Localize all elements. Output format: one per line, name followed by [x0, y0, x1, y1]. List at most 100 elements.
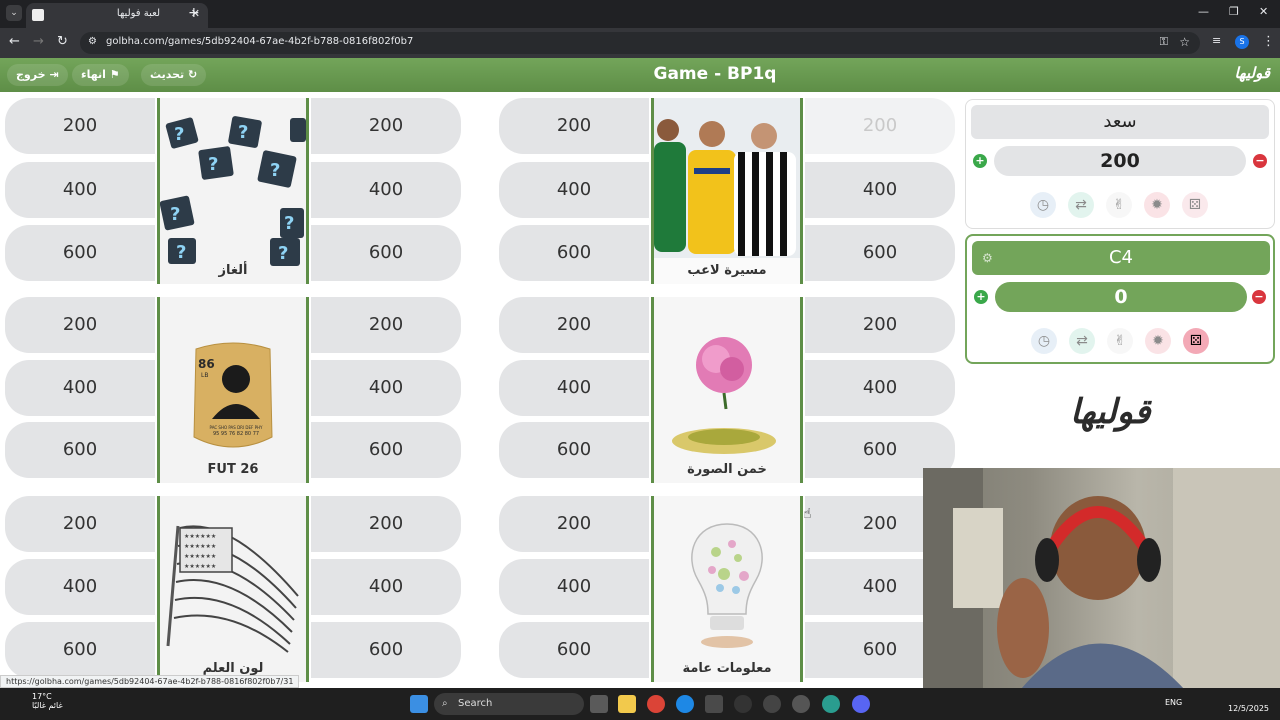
- start-icon[interactable]: [410, 695, 428, 713]
- swap-powerup-icon[interactable]: ⇄: [1069, 328, 1095, 354]
- question-cell[interactable]: 400: [311, 360, 461, 416]
- chrome-profile-icon[interactable]: [822, 695, 840, 713]
- two-answers-powerup-icon[interactable]: ✌: [1106, 192, 1132, 218]
- chrome-icon[interactable]: [647, 695, 665, 713]
- question-cell[interactable]: 200: [311, 496, 461, 552]
- question-cell[interactable]: 200: [5, 98, 155, 154]
- svg-text:?: ?: [170, 204, 180, 225]
- minimize-button[interactable]: —: [1198, 5, 1209, 18]
- timer-powerup-icon[interactable]: ◷: [1031, 328, 1057, 354]
- category-image: ★★★★★★ ★★★★★★ ★★★★★★ ★★★★★★ لون العلم: [157, 496, 309, 682]
- browser-tab[interactable]: لعبة فوليها ✕: [26, 3, 208, 28]
- reload-icon[interactable]: ↻: [57, 34, 68, 49]
- subtract-score-icon[interactable]: −: [1252, 290, 1266, 304]
- question-cell[interactable]: 400: [5, 360, 155, 416]
- category-name: FUT 26: [207, 462, 259, 477]
- dice-powerup-icon[interactable]: ⚄: [1183, 328, 1209, 354]
- url-bar[interactable]: ⚙ golbha.com/games/5db92404-67ae-4b2f-b7…: [80, 32, 1200, 54]
- close-window-button[interactable]: ✕: [1259, 5, 1268, 18]
- tab-search-button[interactable]: ⌄: [6, 5, 22, 21]
- two-answers-powerup-icon[interactable]: ✌: [1107, 328, 1133, 354]
- category-name: معلومات عامة: [682, 661, 772, 676]
- timer-powerup-icon[interactable]: ◷: [1030, 192, 1056, 218]
- question-cell[interactable]: 400: [311, 559, 461, 615]
- side-logo: قوليها: [1070, 392, 1151, 432]
- question-cell[interactable]: 200: [5, 496, 155, 552]
- question-cell[interactable]: 200: [499, 297, 649, 353]
- question-cell[interactable]: 600: [5, 225, 155, 281]
- add-score-icon[interactable]: +: [973, 154, 987, 168]
- app2-icon[interactable]: [792, 695, 810, 713]
- end-game-button[interactable]: انهاء ⚑: [72, 64, 129, 86]
- fire-powerup-icon[interactable]: ✹: [1144, 192, 1170, 218]
- question-cell[interactable]: 200: [499, 98, 649, 154]
- add-score-icon[interactable]: +: [974, 290, 988, 304]
- fire-powerup-icon[interactable]: ✹: [1145, 328, 1171, 354]
- question-cell[interactable]: 600: [311, 422, 461, 478]
- forward-icon[interactable]: →: [33, 34, 44, 49]
- language-indicator[interactable]: ENG: [1165, 698, 1182, 707]
- password-key-icon[interactable]: ⚿: [1160, 35, 1168, 49]
- profile-avatar[interactable]: S: [1235, 35, 1249, 49]
- site-info-icon[interactable]: ⚙: [88, 36, 97, 47]
- category-player-career: 200 400 600 مسيرة لاعب 200 400 600: [499, 98, 955, 284]
- svg-text:★★★★★★: ★★★★★★: [184, 563, 216, 570]
- flag-outline-image: ★★★★★★ ★★★★★★ ★★★★★★ ★★★★★★: [160, 496, 306, 682]
- question-cell[interactable]: 600: [499, 225, 649, 281]
- question-cell[interactable]: 400: [805, 162, 955, 218]
- question-cell[interactable]: 600: [805, 225, 955, 281]
- exit-button[interactable]: خروج ⇥: [7, 64, 68, 86]
- mouse-cursor-icon: ☝: [803, 506, 812, 522]
- taskbar-search[interactable]: ⌕ Search: [434, 693, 584, 715]
- question-cell-used[interactable]: 200: [805, 98, 955, 154]
- question-cell[interactable]: 600: [5, 622, 155, 678]
- question-cell[interactable]: 400: [499, 360, 649, 416]
- game-header: خروج ⇥ انهاء ⚑ تحديث ↻ Game - BP1q قوليه…: [0, 58, 1280, 92]
- question-cell[interactable]: 400: [5, 559, 155, 615]
- question-cell[interactable]: 400: [499, 162, 649, 218]
- discord-icon[interactable]: [852, 695, 870, 713]
- app-icon[interactable]: [734, 695, 752, 713]
- category-image: 86 LB PAC SHO PAS DRI DEF PHY 95 95 76 8…: [157, 297, 309, 483]
- store-icon[interactable]: [705, 695, 723, 713]
- question-cell[interactable]: 200: [499, 496, 649, 552]
- streamer-webcam-image: [923, 468, 1280, 699]
- question-cell[interactable]: 200: [311, 98, 461, 154]
- tab-favicon: [32, 9, 44, 21]
- team-card: سعد + 200 − ◷ ⇄ ✌ ✹ ⚄: [965, 99, 1275, 229]
- question-cell[interactable]: 600: [311, 622, 461, 678]
- task-view-icon[interactable]: [590, 695, 608, 713]
- question-cell[interactable]: 600: [499, 622, 649, 678]
- question-cell[interactable]: 400: [499, 559, 649, 615]
- subtract-score-icon[interactable]: −: [1253, 154, 1267, 168]
- weather-widget[interactable]: 17°C غائم غالبًا: [12, 692, 63, 710]
- header-logo[interactable]: قوليها: [1234, 64, 1270, 82]
- new-tab-button[interactable]: +: [188, 5, 200, 21]
- restore-button[interactable]: ❐: [1229, 5, 1239, 18]
- obs-icon[interactable]: [763, 695, 781, 713]
- question-cell[interactable]: 400: [805, 360, 955, 416]
- bookmark-star-icon[interactable]: ☆: [1179, 35, 1190, 49]
- question-cell[interactable]: 600: [5, 422, 155, 478]
- question-cell[interactable]: 400: [311, 162, 461, 218]
- question-cell[interactable]: 400: [5, 162, 155, 218]
- svg-text:★★★★★★: ★★★★★★: [184, 543, 216, 550]
- swap-powerup-icon[interactable]: ⇄: [1068, 192, 1094, 218]
- category-name: خمن الصورة: [687, 462, 767, 477]
- category-name: مسيرة لاعب: [687, 263, 767, 278]
- clock-date[interactable]: 12/5/2025: [1228, 704, 1269, 713]
- question-cell[interactable]: 600: [311, 225, 461, 281]
- dice-powerup-icon[interactable]: ⚄: [1182, 192, 1208, 218]
- refresh-button[interactable]: تحديث ↻: [141, 64, 207, 86]
- question-cell[interactable]: 600: [499, 422, 649, 478]
- media-icon[interactable]: ≡: [1212, 34, 1221, 47]
- menu-icon[interactable]: ⋮: [1262, 34, 1275, 49]
- question-cell[interactable]: 200: [311, 297, 461, 353]
- weather-temp: 17°C: [32, 692, 52, 701]
- address-toolbar: ← → ↻ ⚙ golbha.com/games/5db92404-67ae-4…: [0, 28, 1280, 58]
- question-cell[interactable]: 200: [5, 297, 155, 353]
- file-explorer-icon[interactable]: [618, 695, 636, 713]
- question-cell[interactable]: 200: [805, 297, 955, 353]
- edge-icon[interactable]: [676, 695, 694, 713]
- back-icon[interactable]: ←: [9, 34, 20, 49]
